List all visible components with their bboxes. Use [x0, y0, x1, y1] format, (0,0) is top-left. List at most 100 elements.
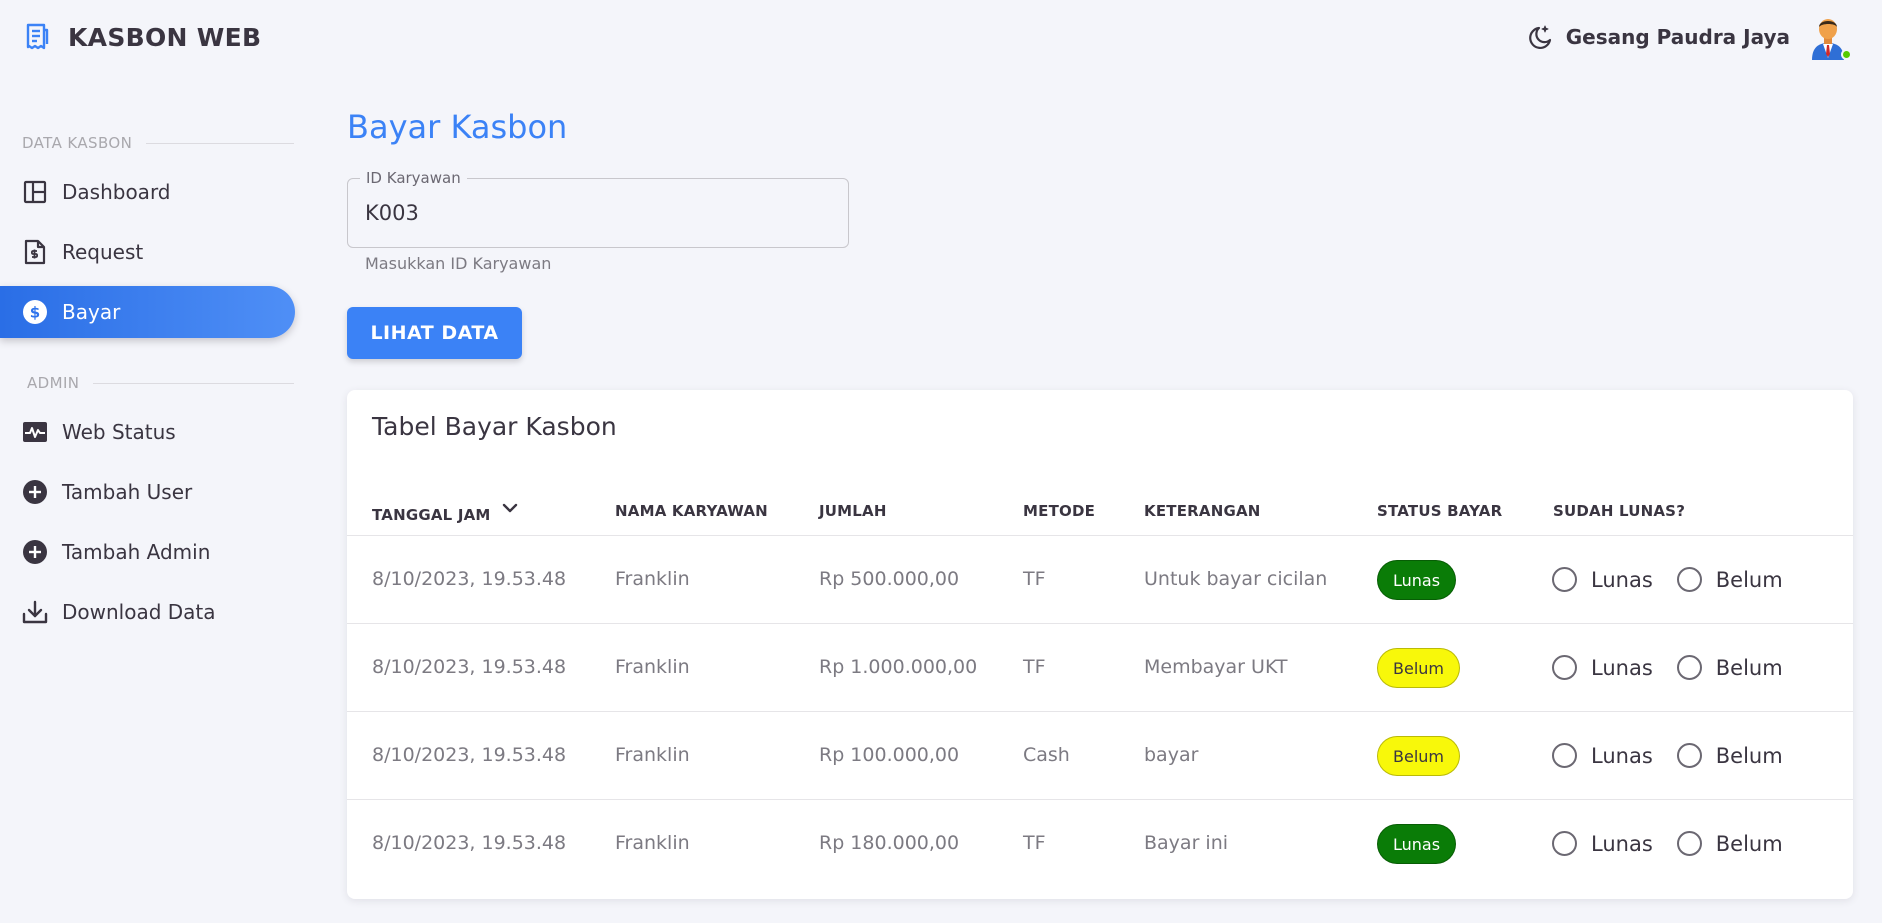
table-title: Tabel Bayar Kasbon: [372, 412, 617, 441]
sudah-lunas-radio-group: Lunas Belum: [1552, 743, 1807, 768]
sidebar-section-data-kasbon: DATA KASBON: [0, 128, 296, 158]
radio-label: Lunas: [1591, 567, 1653, 592]
sidebar-item-bayar[interactable]: $ Bayar: [0, 286, 295, 338]
table-row: 8/10/2023, 19.53.48 Franklin Rp 1.000.00…: [347, 624, 1853, 712]
column-header-jumlah[interactable]: JUMLAH: [819, 502, 887, 520]
radio-label: Belum: [1715, 743, 1783, 768]
sidebar-item-label: Web Status: [62, 420, 176, 444]
section-divider: [146, 142, 294, 144]
radio-circle[interactable]: [1552, 743, 1577, 768]
plus-circle-icon: [22, 479, 48, 505]
id-karyawan-input[interactable]: [365, 195, 835, 231]
radio-circle[interactable]: [1676, 743, 1702, 768]
sudah-lunas-radio-group: Lunas Belum: [1552, 655, 1807, 680]
theme-toggle-moon-icon[interactable]: [1526, 23, 1554, 51]
table-row: 8/10/2023, 19.53.48 Franklin Rp 100.000,…: [347, 712, 1853, 800]
top-right: Gesang Paudra Jaya: [1526, 14, 1852, 60]
table-row: 8/10/2023, 19.53.48 Franklin Rp 500.000,…: [347, 536, 1853, 624]
cell-metode: TF: [1023, 832, 1046, 854]
cell-tanggal-jam: 8/10/2023, 19.53.48: [372, 832, 567, 854]
id-karyawan-helper-text: Masukkan ID Karyawan: [365, 254, 552, 273]
column-header-sudah-lunas[interactable]: SUDAH LUNAS?: [1553, 502, 1685, 520]
sidebar-section-admin: ADMIN: [0, 368, 296, 398]
column-header-metode[interactable]: METODE: [1023, 502, 1095, 520]
status-badge: Lunas: [1377, 824, 1457, 864]
status-badge: Belum: [1377, 736, 1460, 776]
cell-nama-karyawan: Franklin: [615, 656, 690, 678]
column-header-nama-karyawan[interactable]: NAMA KARYAWAN: [615, 502, 768, 520]
cell-jumlah: Rp 1.000.000,00: [819, 656, 978, 678]
user-name[interactable]: Gesang Paudra Jaya: [1566, 25, 1790, 49]
column-header-status-bayar[interactable]: STATUS BAYAR: [1377, 502, 1502, 520]
id-karyawan-field[interactable]: ID Karyawan: [347, 169, 849, 248]
radio-lunas[interactable]: Lunas: [1552, 831, 1653, 856]
sidebar-item-tambah-admin[interactable]: Tambah Admin: [0, 526, 295, 578]
sudah-lunas-radio-group: Lunas Belum: [1552, 567, 1807, 592]
section-divider: [93, 382, 294, 384]
sidebar-item-label: Tambah Admin: [62, 540, 211, 564]
top-bar: KASBON WEB Gesang Paudra Jaya: [0, 0, 1882, 76]
id-karyawan-label: ID Karyawan: [360, 169, 467, 187]
cell-nama-karyawan: Franklin: [615, 568, 690, 590]
table-card: Tabel Bayar Kasbon TANGGAL JAM NAMA KARY…: [347, 390, 1853, 899]
sidebar-item-tambah-user[interactable]: Tambah User: [0, 466, 295, 518]
column-header-keterangan[interactable]: KETERANGAN: [1144, 502, 1261, 520]
sidebar-item-request[interactable]: Request: [0, 226, 295, 278]
sort-chevron-down-icon[interactable]: [501, 499, 519, 517]
avatar[interactable]: [1806, 14, 1852, 60]
sidebar-item-label: Tambah User: [62, 480, 193, 504]
section-label-text: DATA KASBON: [22, 134, 133, 152]
plus-circle-icon: [22, 539, 48, 565]
radio-label: Lunas: [1591, 831, 1653, 856]
sidebar-item-label: Dashboard: [62, 180, 171, 204]
sidebar-item-dashboard[interactable]: Dashboard: [0, 166, 295, 218]
page-title: Bayar Kasbon: [347, 108, 568, 146]
radio-label: Lunas: [1591, 743, 1653, 768]
sidebar: DATA KASBON Dashboard Request $ Bayar AD…: [0, 76, 296, 646]
cell-jumlah: Rp 100.000,00: [819, 744, 960, 766]
dollar-icon: $: [22, 299, 48, 325]
radio-circle[interactable]: [1676, 655, 1702, 680]
sidebar-item-web-status[interactable]: Web Status: [0, 406, 295, 458]
radio-lunas[interactable]: Lunas: [1552, 743, 1653, 768]
cell-jumlah: Rp 180.000,00: [819, 832, 960, 854]
sidebar-item-download-data[interactable]: Download Data: [0, 586, 295, 638]
cell-jumlah: Rp 500.000,00: [819, 568, 960, 590]
radio-label: Belum: [1715, 655, 1783, 680]
brand[interactable]: KASBON WEB: [24, 22, 261, 52]
status-badge: Lunas: [1377, 560, 1457, 600]
radio-belum[interactable]: Belum: [1676, 831, 1783, 856]
radio-circle[interactable]: [1552, 655, 1577, 680]
receipt-icon: [24, 22, 50, 52]
radio-lunas[interactable]: Lunas: [1552, 567, 1653, 592]
cell-keterangan: Bayar ini: [1144, 832, 1229, 854]
column-header-tanggal-jam[interactable]: TANGGAL JAM: [372, 503, 519, 524]
radio-belum[interactable]: Belum: [1676, 655, 1783, 680]
brand-title: KASBON WEB: [68, 22, 262, 52]
sudah-lunas-radio-group: Lunas Belum: [1552, 831, 1807, 856]
sidebar-item-label: Bayar: [62, 300, 121, 324]
section-label-text: ADMIN: [27, 374, 80, 392]
radio-belum[interactable]: Belum: [1676, 743, 1783, 768]
cell-metode: TF: [1023, 656, 1046, 678]
lihat-data-button[interactable]: LIHAT DATA: [347, 307, 522, 359]
radio-label: Belum: [1715, 831, 1783, 856]
cell-keterangan: Untuk bayar cicilan: [1144, 568, 1328, 590]
svg-text:$: $: [30, 304, 40, 322]
radio-circle[interactable]: [1676, 567, 1702, 592]
radio-circle[interactable]: [1552, 831, 1577, 856]
table-row: 8/10/2023, 19.53.48 Franklin Rp 180.000,…: [347, 800, 1853, 888]
sidebar-item-label: Request: [62, 240, 144, 264]
cell-tanggal-jam: 8/10/2023, 19.53.48: [372, 656, 567, 678]
radio-belum[interactable]: Belum: [1676, 567, 1783, 592]
radio-circle[interactable]: [1676, 831, 1702, 856]
sidebar-item-label: Download Data: [62, 600, 216, 624]
radio-circle[interactable]: [1552, 567, 1577, 592]
download-icon: [22, 599, 48, 625]
radio-lunas[interactable]: Lunas: [1552, 655, 1653, 680]
cell-nama-karyawan: Franklin: [615, 832, 690, 854]
cell-tanggal-jam: 8/10/2023, 19.53.48: [372, 744, 567, 766]
radio-label: Belum: [1715, 567, 1783, 592]
pulse-icon: [22, 419, 48, 445]
cell-keterangan: Membayar UKT: [1144, 656, 1288, 678]
